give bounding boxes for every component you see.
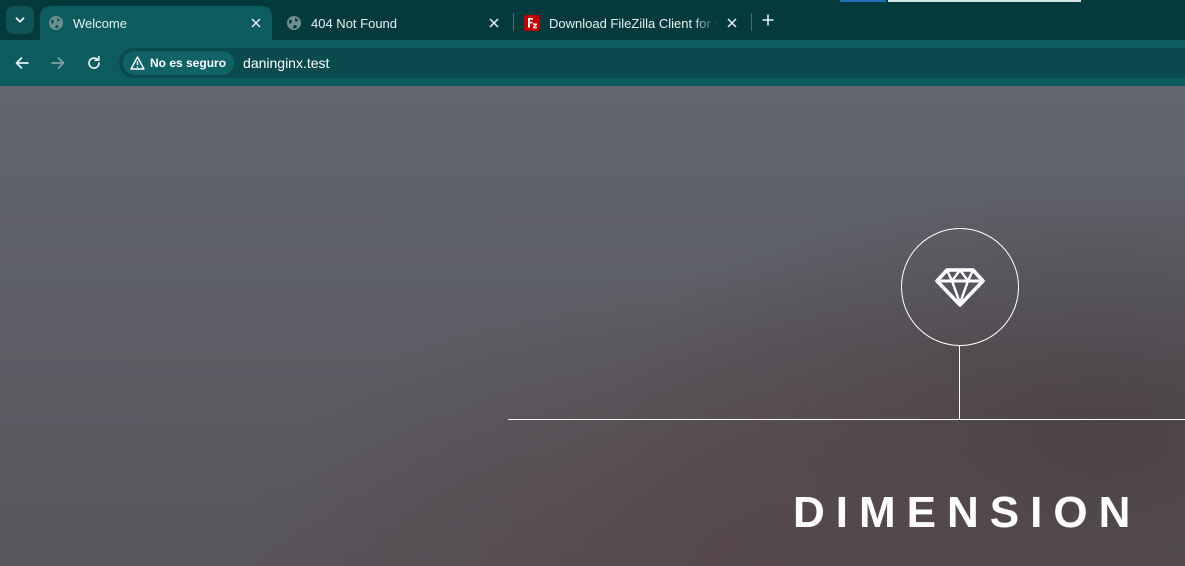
browser-window: Welcome 404 Not Found Download FileZilla… xyxy=(0,0,1185,566)
globe-icon xyxy=(286,15,302,31)
site-title: DIMENSION xyxy=(793,488,1142,537)
reload-icon xyxy=(88,55,100,69)
security-indicator[interactable]: No es seguro xyxy=(123,51,235,75)
page-content: DIMENSION xyxy=(0,86,1185,566)
window-accent-strip-light xyxy=(888,0,1081,2)
back-button[interactable] xyxy=(10,51,34,75)
url-text[interactable]: daninginx.test xyxy=(243,55,329,71)
close-icon[interactable] xyxy=(486,15,502,31)
window-accent-strip xyxy=(840,0,886,2)
tab-title: Welcome xyxy=(73,15,127,31)
browser-toolbar: No es seguro daninginx.test xyxy=(0,40,1185,126)
tab-404-not-found[interactable]: 404 Not Found xyxy=(278,6,510,40)
tab-search-button[interactable] xyxy=(6,6,34,34)
arrow-right-icon xyxy=(51,57,65,69)
diamond-icon xyxy=(935,268,985,307)
tab-separator xyxy=(513,13,514,31)
plus-icon xyxy=(762,14,774,26)
new-tab-button[interactable] xyxy=(758,10,778,30)
tab-title: Download FileZilla Client for Wi xyxy=(549,15,718,31)
tab-strip: Welcome 404 Not Found Download FileZilla… xyxy=(0,0,1185,40)
tab-welcome[interactable]: Welcome xyxy=(40,6,272,40)
arrow-left-icon xyxy=(15,57,29,69)
chevron-down-icon xyxy=(15,17,25,23)
close-icon[interactable] xyxy=(724,15,740,31)
forward-button[interactable] xyxy=(46,51,70,75)
filezilla-icon xyxy=(524,15,540,31)
globe-icon xyxy=(48,15,64,31)
connector-line xyxy=(959,345,960,419)
close-icon[interactable] xyxy=(248,15,264,31)
address-bar[interactable]: No es seguro daninginx.test xyxy=(119,48,1185,78)
warning-icon xyxy=(130,56,145,70)
logo xyxy=(901,228,1019,346)
tab-separator xyxy=(751,13,752,31)
divider-line xyxy=(508,419,1185,420)
tab-title: 404 Not Found xyxy=(311,15,398,31)
tab-download-filezilla[interactable]: Download FileZilla Client for Wi xyxy=(516,6,748,40)
reload-button[interactable] xyxy=(82,51,106,75)
security-label: No es seguro xyxy=(150,56,227,70)
